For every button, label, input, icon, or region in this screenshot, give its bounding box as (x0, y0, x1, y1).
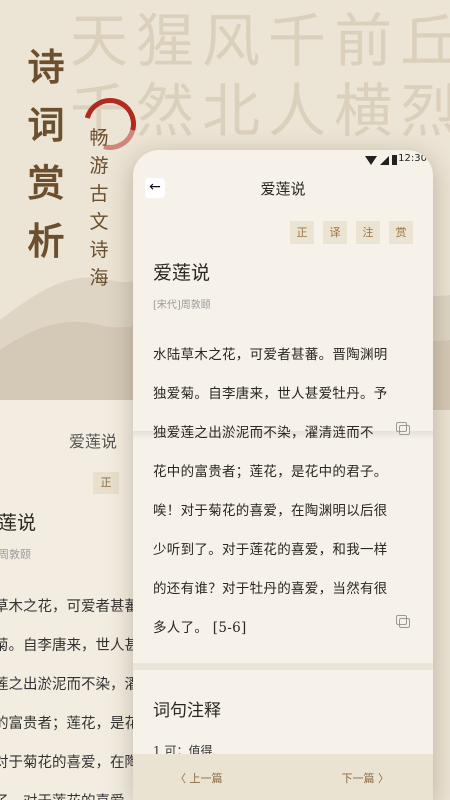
poem-line: 唉！对于菊花的喜爱，在陶渊明以后很 (153, 503, 388, 519)
poem-line: 多人了。 [5-6] (153, 620, 247, 636)
phone-screen: 12:30 ← 爱莲说 正 译 注 赏 爱莲说 [宋代]周敦颐 水陆草木之花，可… (133, 150, 433, 800)
fold-shadow (133, 431, 433, 439)
poem-author: [宋代]周敦颐 (153, 300, 211, 311)
poem-line: 少听到了。对于莲花的喜爱，和我一样 (153, 542, 388, 558)
wifi-icon (365, 155, 377, 165)
tab-original[interactable]: 正 (290, 221, 314, 244)
section-divider (133, 663, 433, 670)
poem-line: 独爱菊。自李唐来，世人甚爱牡丹。予 (153, 386, 388, 402)
promo-title: 诗 词 赏 析 (27, 45, 65, 263)
page-title: 爱莲说 (260, 180, 306, 198)
notes-title: 词句注释 (153, 701, 221, 721)
poem-line: 水陆草木之花，可爱者甚蕃。晋陶渊明 (153, 347, 388, 363)
nav-bar: ← 爱莲说 (133, 170, 433, 206)
status-bar: 12:30 (133, 150, 433, 170)
copy-icon[interactable] (396, 422, 410, 435)
status-time: 12:30 (398, 153, 427, 164)
promo-subtitle: 畅 游 古 文 诗 海 (89, 127, 109, 289)
background-page-preview: 爱莲说 正 莲说 周敦颐 草木之花，可爱者甚蕃 菊。自李唐来，世人甚 莲之出淤泥… (0, 400, 145, 800)
section-tabs: 正 译 注 赏 (290, 221, 413, 244)
poem-line: 花中的富贵者；莲花，是花中的君子。 (153, 464, 388, 480)
poem-body: 水陆草木之花，可爱者甚蕃。晋陶渊明 独爱菊。自李唐来，世人甚爱牡丹。予 独爱莲之… (153, 336, 415, 648)
bottom-nav: 〈 上一篇 下一篇 〉 (133, 754, 433, 800)
battery-icon (392, 155, 397, 165)
poem-title: 爱莲说 (153, 262, 211, 284)
tab-appreciation[interactable]: 赏 (389, 221, 413, 244)
poem-line: 的还有谁？对于牡丹的喜爱，当然有很 (153, 581, 388, 597)
tab-notes[interactable]: 注 (356, 221, 380, 244)
copy-icon[interactable] (396, 615, 410, 628)
signal-icon (380, 155, 389, 165)
prev-article-button[interactable]: 〈 上一篇 (175, 770, 223, 786)
next-article-button[interactable]: 下一篇 〉 (342, 770, 390, 786)
tab-translation[interactable]: 译 (323, 221, 347, 244)
